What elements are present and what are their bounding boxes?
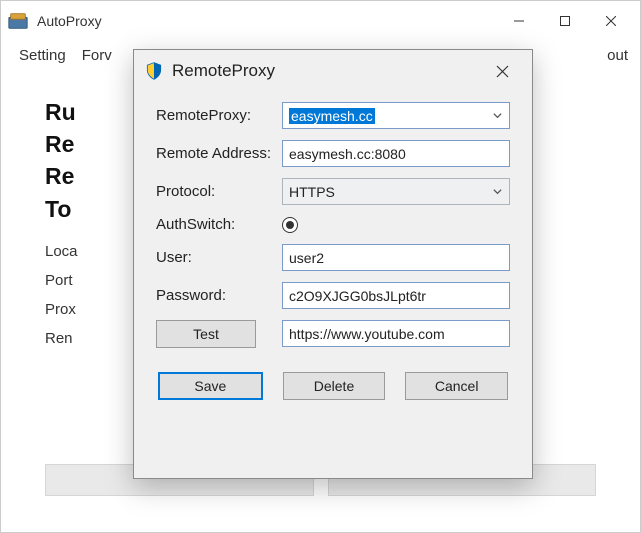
- delete-button[interactable]: Delete: [283, 372, 386, 400]
- remoteproxy-combobox[interactable]: easymesh.cc: [282, 102, 510, 129]
- dialog-titlebar: RemoteProxy: [134, 50, 532, 92]
- app-icon: [7, 10, 29, 32]
- authswitch-radio[interactable]: [282, 217, 298, 233]
- main-title: AutoProxy: [37, 13, 102, 29]
- radio-dot: [286, 221, 294, 229]
- test-url-input[interactable]: https://www.youtube.com: [282, 320, 510, 347]
- close-main-button[interactable]: [588, 5, 634, 37]
- row-test: Test https://www.youtube.com: [156, 320, 510, 348]
- row-user: User: user2: [156, 244, 510, 271]
- cancel-button-label: Cancel: [435, 378, 479, 394]
- row-authswitch: AuthSwitch:: [156, 216, 510, 233]
- menu-about-suffix[interactable]: out: [601, 41, 628, 72]
- menu-forward[interactable]: Forv: [76, 41, 122, 72]
- label-authswitch: AuthSwitch:: [156, 216, 282, 233]
- test-button-label: Test: [193, 326, 219, 342]
- protocol-value: HTTPS: [289, 184, 335, 200]
- chevron-down-icon: [492, 108, 503, 124]
- user-value: user2: [289, 250, 324, 266]
- label-user: User:: [156, 249, 282, 266]
- test-url-value: https://www.youtube.com: [289, 326, 445, 342]
- row-remote-address: Remote Address: easymesh.cc:8080: [156, 140, 510, 167]
- label-remoteproxy: RemoteProxy:: [156, 107, 282, 124]
- test-button[interactable]: Test: [156, 320, 256, 348]
- save-button-label: Save: [194, 378, 226, 394]
- password-value: c2O9XJGG0bsJLpt6tr: [289, 288, 426, 304]
- minimize-button[interactable]: [496, 5, 542, 37]
- label-protocol: Protocol:: [156, 183, 282, 200]
- shield-icon: [144, 61, 164, 81]
- chevron-down-icon: [492, 184, 503, 200]
- delete-button-label: Delete: [314, 378, 354, 394]
- user-input[interactable]: user2: [282, 244, 510, 271]
- dialog-title: RemoteProxy: [172, 61, 275, 81]
- dialog-actions: Save Delete Cancel: [156, 372, 510, 400]
- maximize-button[interactable]: [542, 5, 588, 37]
- label-remote-address: Remote Address:: [156, 145, 282, 162]
- main-titlebar: AutoProxy: [1, 1, 640, 41]
- remote-address-input[interactable]: easymesh.cc:8080: [282, 140, 510, 167]
- row-password: Password: c2O9XJGG0bsJLpt6tr: [156, 282, 510, 309]
- menu-setting[interactable]: Setting: [13, 41, 76, 72]
- remote-address-value: easymesh.cc:8080: [289, 146, 406, 162]
- cancel-button[interactable]: Cancel: [405, 372, 508, 400]
- dialog-form: RemoteProxy: easymesh.cc Remote Address:…: [134, 92, 532, 414]
- save-button[interactable]: Save: [158, 372, 263, 400]
- remoteproxy-value: easymesh.cc: [289, 108, 375, 124]
- close-dialog-button[interactable]: [482, 56, 522, 86]
- row-protocol: Protocol: HTTPS: [156, 178, 510, 205]
- remoteproxy-dialog: RemoteProxy RemoteProxy: easymesh.cc Rem…: [133, 49, 533, 479]
- password-input[interactable]: c2O9XJGG0bsJLpt6tr: [282, 282, 510, 309]
- protocol-select[interactable]: HTTPS: [282, 178, 510, 205]
- label-password: Password:: [156, 287, 282, 304]
- row-remoteproxy: RemoteProxy: easymesh.cc: [156, 102, 510, 129]
